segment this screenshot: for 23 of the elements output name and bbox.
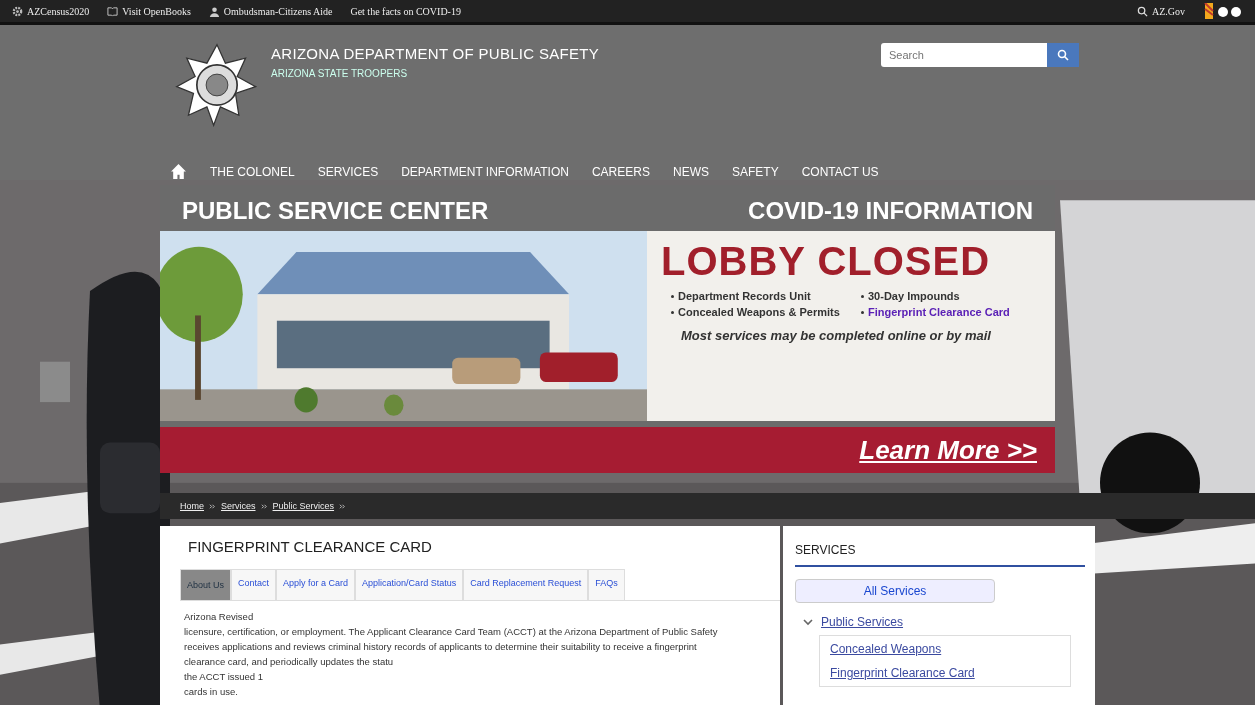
- search-icon: [1057, 49, 1069, 61]
- top-link[interactable]: Visit OpenBooks: [107, 5, 191, 17]
- nav-link[interactable]: THE COLONEL: [210, 164, 295, 179]
- nav-link[interactable]: NEWS: [672, 164, 709, 179]
- nav-link[interactable]: SERVICES: [317, 164, 379, 179]
- nav-link[interactable]: DEPARTMENT INFORMATION: [401, 164, 569, 179]
- home-icon[interactable]: [170, 163, 187, 180]
- site-subtitle: ARIZONA STATE TROOPERS: [271, 68, 409, 79]
- book-icon: [107, 5, 119, 17]
- site-title: ARIZONA DEPARTMENT OF PUBLIC SAFETY: [271, 45, 601, 62]
- person-icon: [208, 5, 220, 17]
- top-link[interactable]: AZCensus2020: [12, 5, 90, 17]
- search-field[interactable]: Search: [881, 43, 1047, 67]
- top-link[interactable]: Get the facts on COVID-19: [350, 5, 461, 17]
- nav-link[interactable]: CONTACT US: [801, 164, 879, 179]
- az-gov-link[interactable]: AZ.Gov: [1136, 5, 1185, 17]
- top-link[interactable]: Ombudsman-Citizens Aide: [208, 5, 333, 17]
- nav-link[interactable]: SAFETY: [731, 164, 779, 179]
- gear-icon: [12, 5, 23, 17]
- star-badge-icon: [175, 43, 259, 127]
- search-button[interactable]: [1047, 43, 1079, 67]
- nav-link[interactable]: CAREERS: [591, 164, 650, 179]
- search-icon: [1136, 5, 1148, 17]
